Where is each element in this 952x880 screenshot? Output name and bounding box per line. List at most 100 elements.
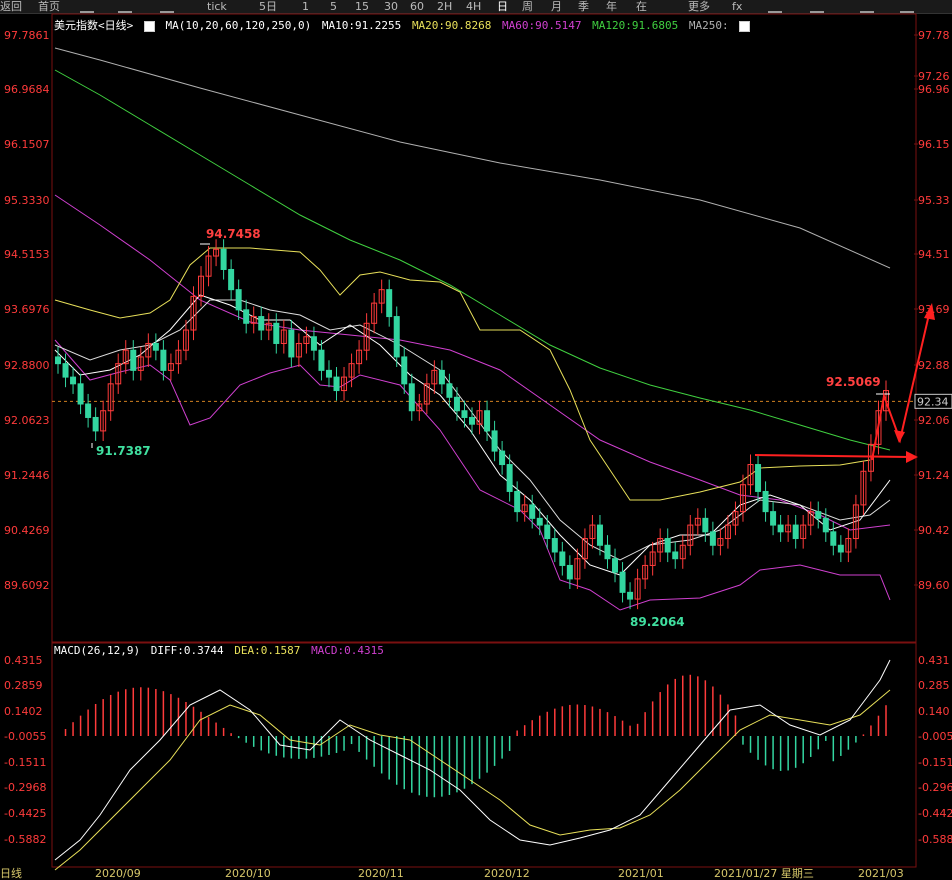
macd-bars bbox=[64, 674, 887, 798]
price-chart[interactable]: 97.7861 96.9684 96.1507 95.3330 94.5153 93.69… bbox=[0, 0, 952, 880]
candle-body bbox=[92, 416, 99, 432]
y-label-left: 97.7861 bbox=[4, 29, 50, 42]
candle-body bbox=[830, 531, 837, 546]
macd-y-label-right: -0.442 bbox=[918, 807, 952, 820]
candle-body bbox=[333, 376, 340, 392]
y-label-right: 94.51 bbox=[918, 248, 950, 261]
candle-body bbox=[837, 544, 844, 553]
candle-body bbox=[288, 329, 295, 358]
candle-body bbox=[491, 430, 498, 452]
macd-y-label-right: 0.140 bbox=[918, 705, 950, 718]
candle-body bbox=[612, 558, 619, 573]
candle-body bbox=[559, 551, 566, 566]
y-label-right: 91.24 bbox=[918, 469, 950, 482]
candle-body bbox=[446, 383, 453, 398]
ma120-line bbox=[54, 69, 891, 451]
candle-body bbox=[536, 517, 543, 526]
y-label-left: 92.8800 bbox=[4, 359, 50, 372]
candle-body bbox=[325, 369, 332, 378]
period-label: 日线 bbox=[0, 866, 22, 880]
y-label-right: 96.15 bbox=[918, 138, 950, 151]
candle-body bbox=[438, 369, 445, 385]
candle-body bbox=[220, 248, 227, 270]
candle-body bbox=[506, 464, 513, 492]
macd-y-label-left: 0.2859 bbox=[4, 679, 43, 692]
candle-body bbox=[386, 289, 393, 318]
candle-body bbox=[70, 376, 77, 385]
candle-body bbox=[401, 356, 408, 385]
y-label-right: 97.26 bbox=[918, 70, 950, 83]
candle-body bbox=[461, 410, 468, 418]
candle-body bbox=[55, 356, 61, 365]
ma60-line bbox=[54, 194, 891, 531]
ma10-line bbox=[54, 294, 891, 576]
candles bbox=[55, 239, 889, 610]
high-annotation: 94.7458 bbox=[206, 227, 261, 241]
y-label-left: 96.1507 bbox=[4, 138, 50, 151]
macd-y-label-right: 0.285 bbox=[918, 679, 950, 692]
resistance-arrow bbox=[754, 454, 913, 458]
y-label-right: 96.96 bbox=[918, 83, 950, 96]
macd-y-label-left: 0.4315 bbox=[4, 654, 43, 667]
candle-body bbox=[77, 383, 84, 405]
candle-body bbox=[619, 571, 626, 593]
candle-body bbox=[709, 531, 716, 546]
candle-body bbox=[130, 349, 137, 371]
candle-body bbox=[160, 349, 167, 371]
candle-body bbox=[762, 490, 769, 513]
x-label: 2021/01 bbox=[618, 867, 664, 880]
macd-y-label-right: -0.296 bbox=[918, 781, 952, 794]
y-label-left: 94.5153 bbox=[4, 248, 50, 261]
candle-body bbox=[484, 410, 491, 432]
candle-body bbox=[453, 396, 460, 412]
candle-body bbox=[604, 544, 611, 560]
x-label: 2021/03 bbox=[858, 867, 904, 880]
candle-body bbox=[664, 538, 671, 553]
y-label-left: 93.6976 bbox=[4, 303, 50, 316]
boll-upper-line bbox=[54, 247, 871, 501]
candle-body bbox=[258, 316, 265, 331]
y-label-right: 89.60 bbox=[918, 579, 950, 592]
candle-body bbox=[529, 504, 536, 519]
candle-body bbox=[235, 289, 242, 311]
y-label-right: 90.42 bbox=[918, 524, 950, 537]
candle-body bbox=[85, 403, 92, 418]
candle-body bbox=[228, 268, 235, 291]
macd-y-label-right: -0.005 bbox=[918, 730, 952, 743]
y-label-left: 90.4269 bbox=[4, 524, 50, 537]
candle-body bbox=[755, 464, 762, 492]
current-price-text: 92.34 bbox=[917, 395, 949, 408]
candle-body bbox=[815, 511, 822, 519]
candle-body bbox=[62, 363, 69, 378]
y-label-right: 92.88 bbox=[918, 359, 950, 372]
macd-y-label-left: -0.5882 bbox=[4, 833, 46, 846]
macd-y-label-left: -0.2968 bbox=[4, 781, 46, 794]
x-label: 2020/12 bbox=[484, 867, 530, 880]
low-annotation-left: 91.7387 bbox=[96, 444, 151, 458]
candle-body bbox=[770, 511, 777, 526]
pullback-arrowhead bbox=[894, 430, 905, 443]
candle-body bbox=[393, 316, 400, 358]
boll-lower-line bbox=[54, 339, 891, 611]
candle-body bbox=[822, 517, 829, 533]
macd-y-label-left: 0.1402 bbox=[4, 705, 43, 718]
candle-body bbox=[792, 524, 799, 540]
macd-y-label-right: 0.431 bbox=[918, 654, 950, 667]
candle-body bbox=[469, 416, 475, 425]
candle-body bbox=[408, 383, 415, 412]
candle-body bbox=[499, 450, 506, 466]
candle-body bbox=[514, 490, 521, 513]
candle-body bbox=[544, 524, 551, 540]
x-label: 2020/09 bbox=[95, 867, 141, 880]
x-label: 2020/11 bbox=[358, 867, 404, 880]
ma250-line bbox=[54, 47, 891, 269]
y-label-right: 95.33 bbox=[918, 194, 950, 207]
y-label-left: 95.3330 bbox=[4, 194, 50, 207]
y-label-left: 89.6092 bbox=[4, 579, 50, 592]
low-annotation-bottom: 89.2064 bbox=[630, 615, 685, 629]
x-label: 2021/01/27 星期三 bbox=[714, 867, 814, 880]
x-label: 2020/10 bbox=[225, 867, 271, 880]
macd-y-label-right: -0.588 bbox=[918, 833, 952, 846]
candle-body bbox=[672, 551, 679, 560]
y-label-left: 96.9684 bbox=[4, 83, 50, 96]
